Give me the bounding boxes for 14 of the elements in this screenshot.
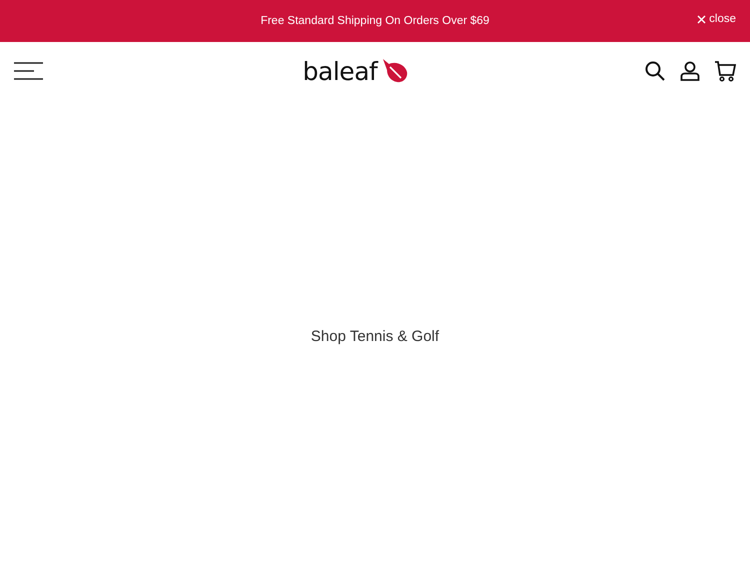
shop-link[interactable]: Shop Tennis & Golf: [310, 328, 440, 345]
user-icon: [680, 61, 700, 81]
logo[interactable]: baleaf: [302, 56, 410, 86]
menu-icon: [14, 62, 43, 80]
close-button[interactable]: close: [697, 13, 736, 25]
cart-button[interactable]: [714, 60, 736, 82]
announcement-text: Free Standard Shipping On Orders Over $69: [260, 15, 490, 27]
search-button[interactable]: [644, 61, 665, 81]
leaf-icon: [381, 58, 410, 84]
search-icon: [644, 61, 665, 81]
cart-icon: [714, 60, 736, 82]
account-button[interactable]: [680, 61, 700, 81]
close-icon: [697, 14, 706, 24]
menu-button[interactable]: [14, 62, 43, 80]
